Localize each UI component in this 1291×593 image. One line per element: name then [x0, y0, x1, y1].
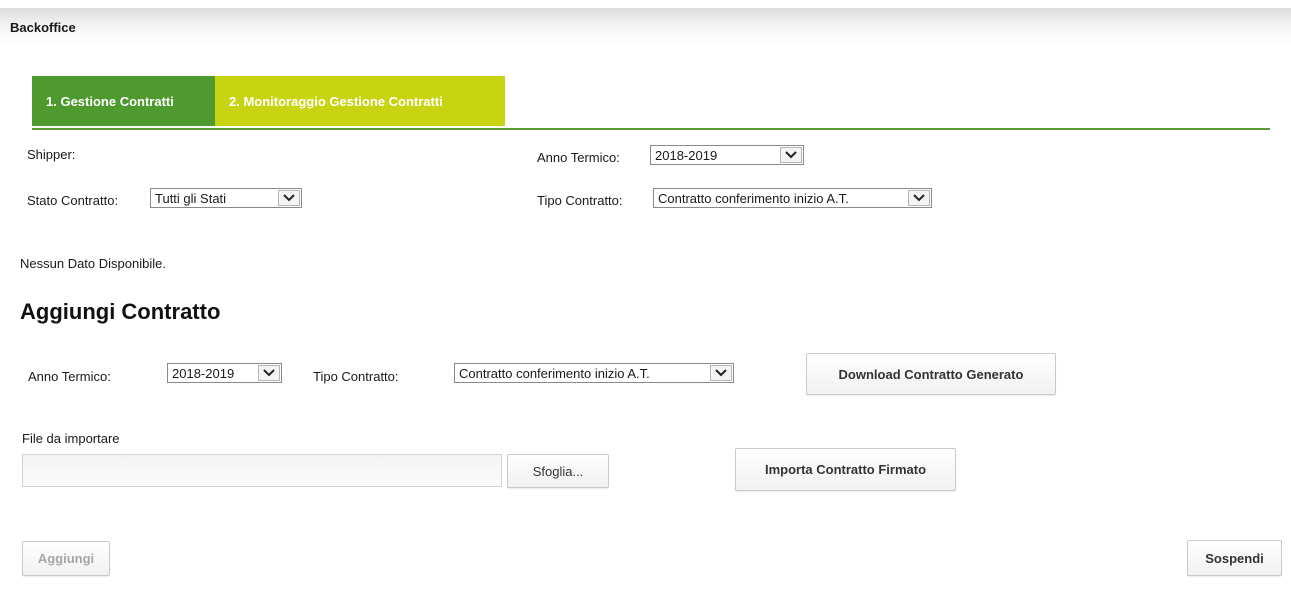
add-button[interactable]: Aggiungi	[22, 541, 110, 576]
anno-termico-filter-select[interactable]: 2018-2019	[650, 145, 804, 165]
tab-monitoraggio-gestione-contratti[interactable]: 2. Monitoraggio Gestione Contratti	[215, 76, 505, 126]
empty-results-message: Nessun Dato Disponibile.	[20, 256, 166, 271]
suspend-button[interactable]: Sospendi	[1187, 540, 1282, 576]
tipo-contratto-filter-label: Tipo Contratto:	[537, 193, 623, 208]
chevron-down-icon	[908, 190, 930, 206]
stato-contratto-label: Stato Contratto:	[27, 193, 119, 208]
browse-button[interactable]: Sfoglia...	[507, 454, 609, 488]
add-tipo-contratto-select[interactable]: Contratto conferimento inizio A.T.	[454, 363, 734, 383]
add-tipo-contratto-label: Tipo Contratto:	[313, 369, 399, 384]
chevron-down-icon	[710, 365, 732, 381]
import-signed-contract-button[interactable]: Importa Contratto Firmato	[735, 448, 956, 491]
anno-termico-filter-label: Anno Termico:	[537, 150, 620, 165]
add-contract-title: Aggiungi Contratto	[20, 299, 221, 324]
file-path-input[interactable]	[22, 454, 502, 487]
download-contract-button[interactable]: Download Contratto Generato	[806, 353, 1056, 395]
add-anno-termico-value: 2018-2019	[172, 365, 235, 381]
anno-termico-filter-value: 2018-2019	[655, 147, 718, 163]
tipo-contratto-filter-select[interactable]: Contratto conferimento inizio A.T.	[653, 188, 932, 208]
app-title: Backoffice	[10, 20, 76, 35]
header-bar	[0, 8, 1291, 45]
tab-underline	[32, 128, 1270, 130]
chevron-down-icon	[278, 190, 300, 206]
stato-contratto-value: Tutti gli Stati	[155, 190, 227, 206]
add-anno-termico-select[interactable]: 2018-2019	[167, 363, 282, 383]
chevron-down-icon	[258, 365, 280, 381]
chevron-down-icon	[780, 147, 802, 163]
shipper-label: Shipper:	[27, 147, 76, 162]
tipo-contratto-filter-value: Contratto conferimento inizio A.T.	[658, 190, 849, 206]
tab-gestione-contratti[interactable]: 1. Gestione Contratti	[32, 76, 215, 126]
add-anno-termico-label: Anno Termico:	[28, 369, 111, 384]
add-tipo-contratto-value: Contratto conferimento inizio A.T.	[459, 365, 650, 381]
stato-contratto-select[interactable]: Tutti gli Stati	[150, 188, 302, 208]
file-to-import-label: File da importare	[22, 431, 120, 446]
